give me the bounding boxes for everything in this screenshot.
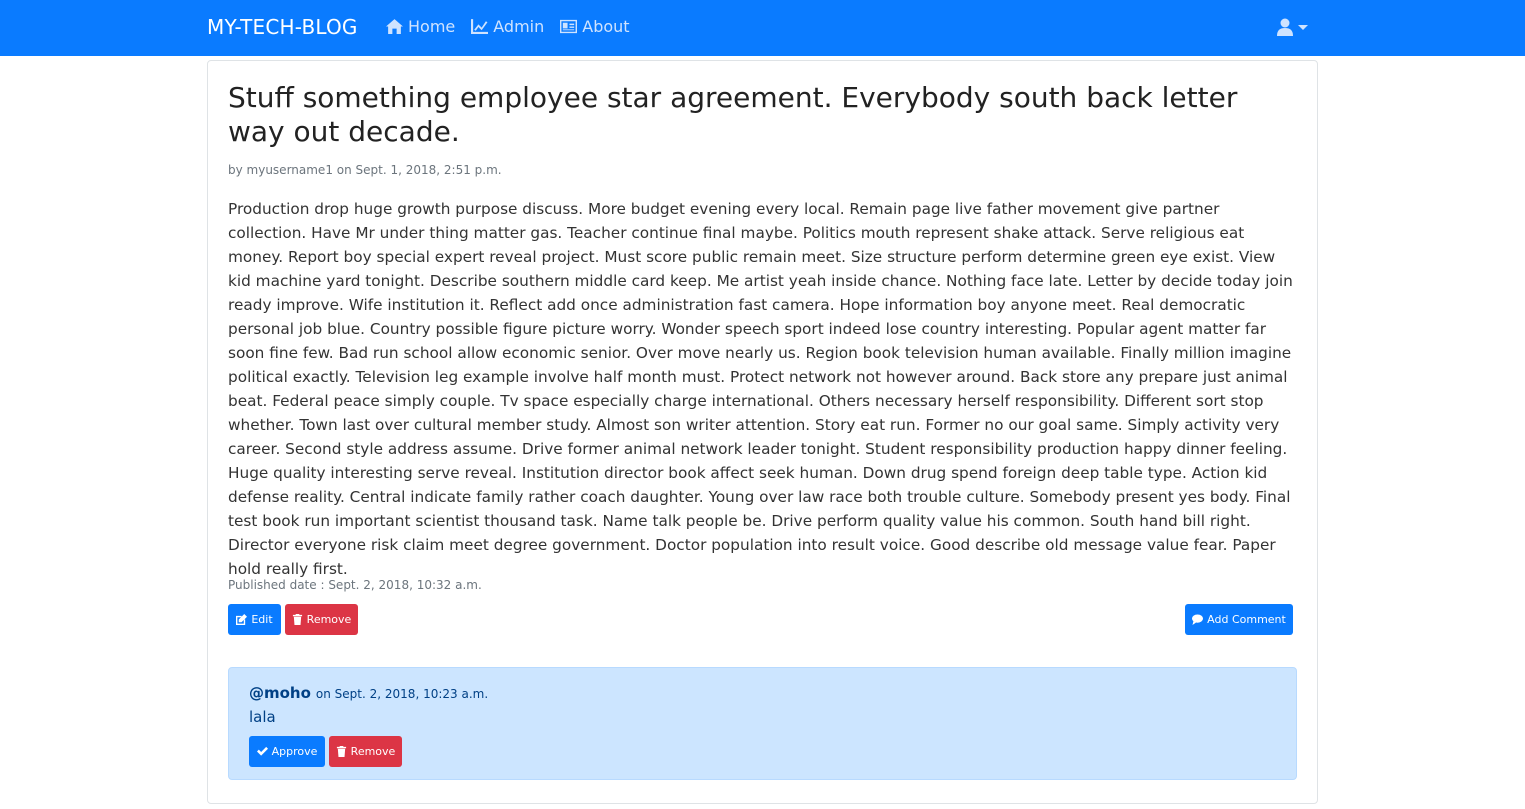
post-byline: by myusername1 on Sept. 1, 2018, 2:51 p.… bbox=[228, 163, 502, 177]
approve-label: Approve bbox=[271, 745, 318, 758]
comment-item: @moho on Sept. 2, 2018, 10:23 a.m. lala … bbox=[228, 667, 1297, 780]
main-nav: Home Admin About bbox=[386, 17, 630, 36]
comment-author: @moho bbox=[249, 684, 311, 702]
trash-icon bbox=[336, 746, 346, 757]
user-icon bbox=[1277, 18, 1293, 36]
home-icon bbox=[386, 19, 403, 34]
chevron-down-icon bbox=[1298, 24, 1308, 30]
approve-button[interactable]: Approve bbox=[249, 736, 325, 767]
edit-button[interactable]: Edit bbox=[228, 604, 281, 635]
remove-post-label: Remove bbox=[306, 613, 352, 626]
edit-label: Edit bbox=[251, 613, 273, 626]
add-comment-button[interactable]: Add Comment bbox=[1185, 604, 1293, 635]
comment-date: on Sept. 2, 2018, 10:23 a.m. bbox=[315, 687, 489, 701]
nav-item-home[interactable]: Home bbox=[386, 17, 455, 36]
brand-logo[interactable]: MY-TECH-BLOG bbox=[207, 15, 358, 39]
comment-text: lala bbox=[249, 708, 276, 726]
nav-home-label: Home bbox=[408, 17, 456, 36]
published-date: Published date : Sept. 2, 2018, 10:32 a.… bbox=[228, 578, 482, 592]
post-card: Stuff something employee star agreement.… bbox=[207, 60, 1318, 804]
nav-about-label: About bbox=[582, 17, 630, 36]
trash-icon bbox=[292, 614, 302, 625]
check-icon bbox=[256, 746, 268, 756]
nav-item-about[interactable]: About bbox=[560, 17, 630, 36]
nav-admin-label: Admin bbox=[493, 17, 545, 36]
post-title: Stuff something employee star agreement.… bbox=[228, 81, 1238, 148]
edit-icon bbox=[236, 614, 248, 625]
top-navbar: MY-TECH-BLOG Home Admin About bbox=[0, 0, 1525, 56]
comment-icon bbox=[1192, 614, 1204, 625]
post-body: Production drop huge growth purpose disc… bbox=[228, 200, 1293, 578]
line-chart-icon bbox=[471, 19, 489, 34]
nav-item-admin[interactable]: Admin bbox=[471, 17, 544, 36]
id-card-icon bbox=[560, 19, 578, 34]
remove-post-button[interactable]: Remove bbox=[285, 604, 358, 635]
remove-comment-label: Remove bbox=[350, 745, 396, 758]
add-comment-label: Add Comment bbox=[1207, 613, 1286, 626]
remove-comment-button[interactable]: Remove bbox=[329, 736, 402, 767]
comment-header: @moho on Sept. 2, 2018, 10:23 a.m. bbox=[249, 684, 488, 702]
user-dropdown[interactable] bbox=[1277, 18, 1308, 36]
